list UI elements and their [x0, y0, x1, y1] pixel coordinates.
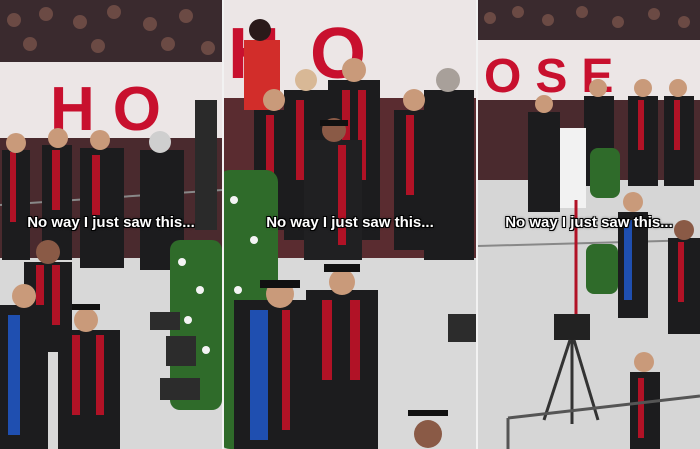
- caption-left: No way I just saw this...: [27, 214, 195, 231]
- right-photo-panel: OSE No way I just saw this...: [478, 0, 700, 449]
- caption-right: No way I just saw this...: [505, 214, 673, 231]
- banner-letters-right: OSE: [484, 50, 627, 103]
- flowers-right: [586, 244, 618, 294]
- middle-photo-panel: HO No way I just saw this...: [224, 0, 476, 449]
- crowd-right: [478, 0, 700, 40]
- podium-right: [560, 128, 586, 208]
- collage: HO No way I just saw this... HO No way I…: [0, 0, 700, 449]
- caption-middle: No way I just saw this...: [266, 214, 434, 231]
- left-photo-panel: HO No way I just saw this...: [0, 0, 222, 449]
